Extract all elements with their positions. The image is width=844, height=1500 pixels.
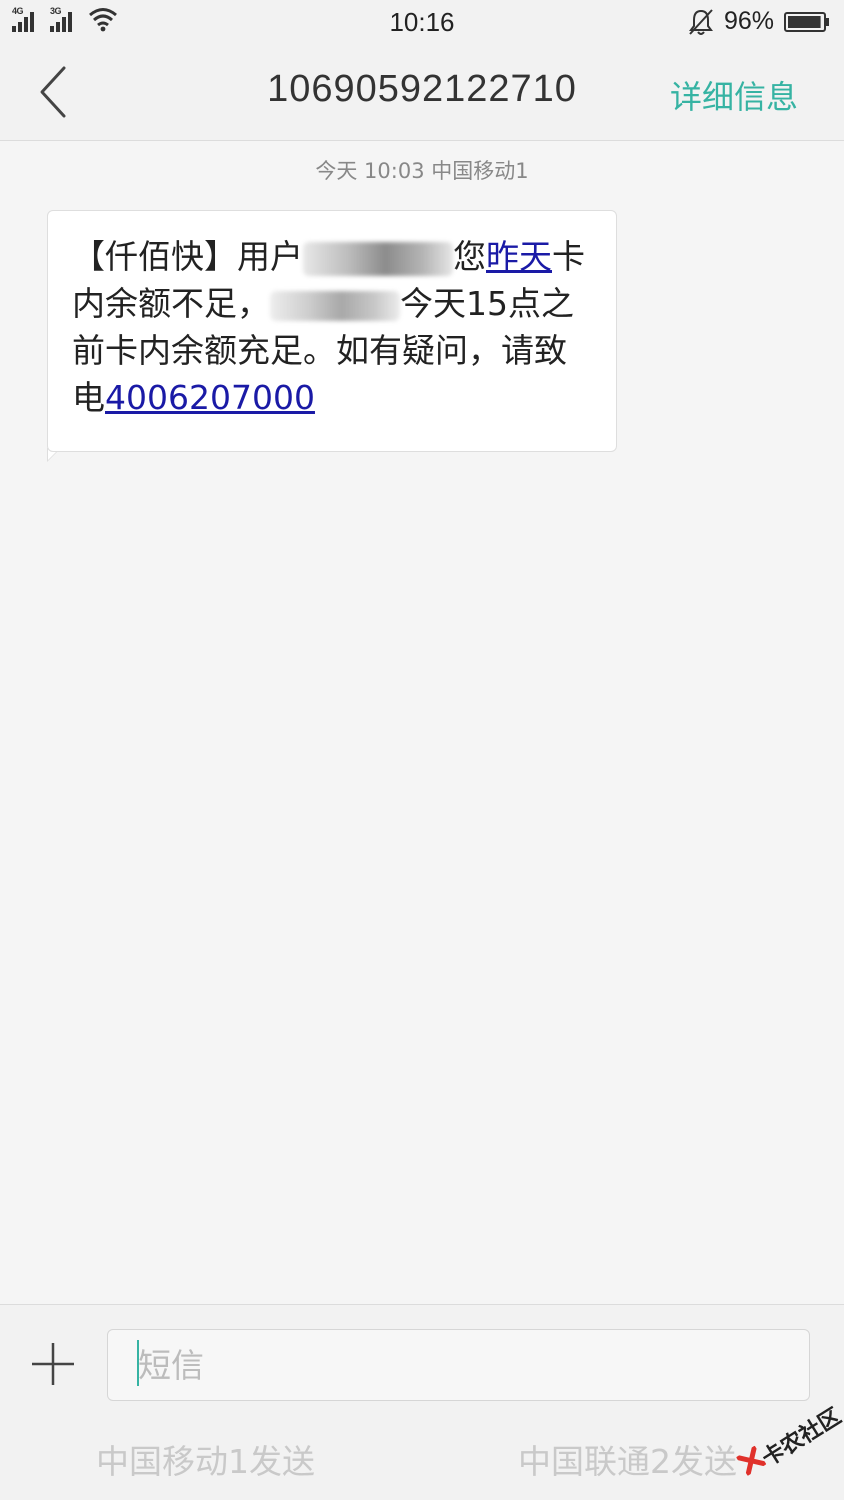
- date-link[interactable]: 昨天: [486, 237, 552, 276]
- redacted-text: [270, 290, 400, 321]
- redacted-username: [303, 241, 453, 276]
- text-cursor: [137, 1340, 139, 1386]
- conversation-header: 10690592122710 详细信息: [0, 46, 844, 141]
- battery-icon: [784, 11, 829, 32]
- plus-icon: [32, 1343, 74, 1385]
- battery-percent: 96%: [723, 7, 774, 35]
- alarm-bell-icon: [688, 8, 713, 35]
- send-via-sim2-button[interactable]: 中国联通2发送: [518, 1435, 737, 1483]
- add-attachment-button[interactable]: [30, 1341, 76, 1387]
- message-part-1: 【仟佰快】用户: [72, 237, 303, 276]
- send-via-sim1-button[interactable]: 中国移动1发送: [96, 1435, 315, 1483]
- phone-link[interactable]: 4006207000: [105, 378, 315, 417]
- message-text: 【仟佰快】用户 您昨天卡内余额不足， 今天15点之前卡内余额充足。如有疑问，请致电4…: [72, 233, 592, 421]
- message-part-2: 您: [453, 237, 486, 276]
- message-composer: 中国移动1发送 中国联通2发送: [0, 1304, 844, 1500]
- message-timestamp: 今天 10:03 中国移动1: [315, 159, 529, 183]
- message-bubble[interactable]: 【仟佰快】用户 您昨天卡内余额不足， 今天15点之前卡内余额充足。如有疑问，请致电4…: [47, 210, 617, 452]
- status-bar-right: 96%: [688, 7, 830, 36]
- status-bar: 4G 3G 10:16 96%: [0, 0, 844, 46]
- details-button[interactable]: 详细信息: [670, 72, 798, 118]
- message-input[interactable]: [107, 1329, 810, 1401]
- sms-conversation-screen: 4G 3G 10:16 96% 10690592122710 详细信息 今天 1…: [0, 0, 844, 1500]
